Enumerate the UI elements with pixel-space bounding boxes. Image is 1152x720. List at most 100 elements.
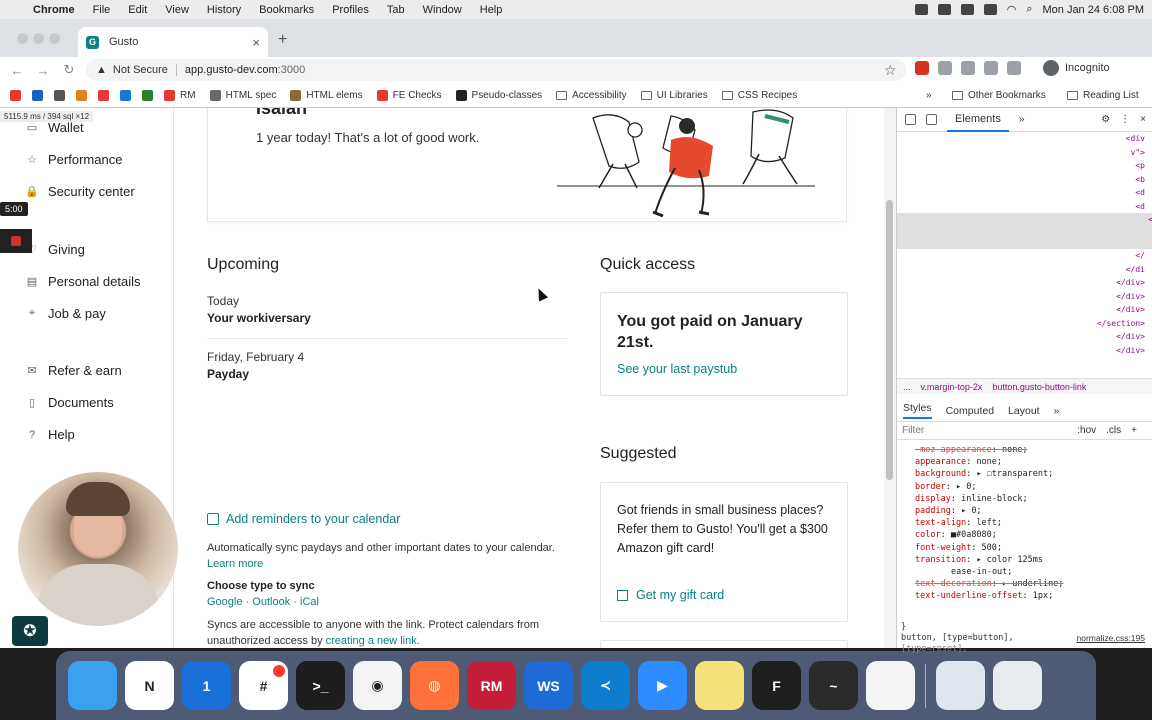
menu-bookmarks[interactable]: Bookmarks	[250, 4, 323, 16]
dom-node[interactable]: </div>	[897, 344, 1145, 358]
css-property[interactable]: text-underline-offset	[915, 591, 1022, 601]
bookmark-item[interactable]: CSS Recipes	[721, 90, 797, 101]
css-declaration[interactable]: color: ■#0a8080;	[915, 529, 1152, 541]
bookmark-favicon-icon[interactable]	[10, 89, 26, 101]
css-value[interactable]: none;	[1002, 445, 1028, 455]
dom-node[interactable]: v">	[897, 146, 1145, 160]
dock-app-finder-icon[interactable]	[68, 661, 117, 710]
bookmark-item[interactable]: HTML spec	[209, 89, 276, 101]
breadcrumb-item[interactable]: v.margin-top-2x	[921, 382, 983, 392]
dom-node[interactable]: <d	[897, 186, 1145, 200]
reload-icon[interactable]: ↻	[56, 62, 82, 78]
extension-icon[interactable]	[915, 61, 929, 75]
dom-node[interactable]: </div>	[897, 276, 1145, 290]
sidebar-item-giving[interactable]: ♡ Giving	[26, 242, 85, 257]
camera-icon[interactable]	[961, 61, 975, 75]
dock-app-notes-icon[interactable]	[695, 661, 744, 710]
sidebar-item-refer-earn[interactable]: ✉ Refer & earn	[26, 363, 121, 378]
device-toggle-icon[interactable]	[926, 114, 937, 125]
bookmark-favicon-icon[interactable]	[32, 89, 48, 101]
bookmark-item[interactable]: Pseudo-classes	[455, 89, 542, 101]
css-declaration[interactable]: text-align: left;	[915, 517, 1152, 529]
menu-app-name[interactable]: Chrome	[24, 4, 84, 16]
minimize-window-button[interactable]	[33, 33, 44, 44]
sync-outlook-link[interactable]: Outlook	[252, 596, 290, 608]
menu-view[interactable]: View	[156, 4, 198, 16]
css-declaration[interactable]: background: ▸ ☐transparent;	[915, 468, 1152, 480]
other-bookmarks[interactable]: Other Bookmarks	[952, 90, 1046, 101]
dock-app-slack-icon[interactable]: #	[239, 661, 288, 710]
more-tabs-icon[interactable]: »	[1019, 114, 1025, 125]
sidebar-item-personal-details[interactable]: ▤ Personal details	[26, 274, 141, 289]
dock-app-firefox-icon[interactable]: ◍	[410, 661, 459, 710]
css-declaration[interactable]: appearance: none;	[915, 456, 1152, 468]
menu-help[interactable]: Help	[471, 4, 512, 16]
source-file-link[interactable]: normalize.css:195	[1076, 633, 1145, 644]
dock-app-webstorm-icon[interactable]: WS	[524, 661, 573, 710]
more-bookmarks-icon[interactable]: »	[926, 90, 932, 101]
bookmark-favicon-icon[interactable]	[76, 89, 92, 101]
status-icon[interactable]	[937, 4, 951, 15]
sync-google-link[interactable]: Google	[207, 596, 242, 608]
dock-app-1password-icon[interactable]: 1	[182, 661, 231, 710]
sidebar-item-job-pay[interactable]: ⌖ Job & pay	[26, 306, 106, 321]
add-reminders-link[interactable]: Add reminders to your calendar	[207, 512, 400, 526]
bookmark-item[interactable]: RM	[164, 89, 196, 101]
menu-history[interactable]: History	[198, 4, 250, 16]
dock-app-rubymine-icon[interactable]: RM	[467, 661, 516, 710]
dom-node[interactable]: </div>	[897, 330, 1145, 344]
css-declaration[interactable]: ease-in-out;	[915, 566, 1152, 578]
battery-icon[interactable]	[983, 4, 997, 15]
css-value[interactable]: none;	[976, 457, 1002, 467]
puzzle-icon[interactable]	[984, 61, 998, 75]
status-icon[interactable]	[914, 4, 928, 15]
filter-input[interactable]: Filter	[902, 425, 924, 436]
css-value[interactable]: ▸ 0;	[961, 506, 981, 516]
css-value[interactable]: 500;	[982, 543, 1002, 553]
settings-gear-icon[interactable]: ⚙	[1101, 114, 1110, 125]
close-devtools-icon[interactable]: ×	[1140, 114, 1152, 125]
bookmark-favicon-icon[interactable]	[98, 89, 114, 101]
css-property[interactable]: appearance	[915, 457, 966, 467]
browser-tab[interactable]: G Gusto ×	[78, 27, 268, 57]
dom-node[interactable]: </section>	[897, 317, 1145, 331]
dock-app-activity-monitor-icon[interactable]: ~	[809, 661, 858, 710]
menu-window[interactable]: Window	[414, 4, 471, 16]
bookmark-item[interactable]: HTML elems	[290, 89, 363, 101]
dom-node[interactable]: </	[897, 249, 1145, 263]
address-bar[interactable]: ▲ Not Secure app.gusto-dev.com :3000	[86, 59, 906, 81]
menu-file[interactable]: File	[84, 4, 120, 16]
new-link-link[interactable]: creating a new link.	[326, 635, 420, 647]
css-value[interactable]: ▸ color 125ms	[976, 555, 1043, 565]
css-property[interactable]: padding	[915, 506, 951, 516]
tab-computed[interactable]: Computed	[946, 405, 994, 417]
css-value[interactable]: ▸ ☐transparent;	[976, 469, 1053, 479]
menu-edit[interactable]: Edit	[119, 4, 156, 16]
dom-node[interactable]: <b	[897, 173, 1145, 187]
scrollbar-thumb[interactable]	[886, 200, 893, 480]
hov-toggle[interactable]: :hov	[1077, 425, 1096, 436]
css-value[interactable]: 1px;	[1033, 591, 1053, 601]
extension-icon[interactable]	[938, 61, 952, 75]
dock-app-chrome-icon[interactable]: ◉	[353, 661, 402, 710]
more-subtabs-icon[interactable]: »	[1054, 405, 1060, 417]
breadcrumb-more[interactable]: ...	[903, 382, 911, 392]
sidebar-item-security-center[interactable]: 🔒 Security center	[25, 184, 135, 199]
menubar-clock[interactable]: Mon Jan 24 6:08 PM	[1042, 4, 1144, 16]
bookmark-favicon-icon[interactable]	[142, 89, 158, 101]
profile-button[interactable]: Incognito	[1043, 60, 1110, 76]
bookmark-star-icon[interactable]: ☆	[884, 62, 897, 79]
dom-node[interactable]: <div	[897, 132, 1145, 146]
paystub-link[interactable]: See your last paystub	[617, 362, 737, 376]
css-declaration[interactable]: -moz-appearance: none;	[915, 444, 1152, 456]
bookmark-item[interactable]: Accessibility	[556, 90, 627, 101]
dock-app-figma-icon[interactable]: F	[752, 661, 801, 710]
security-label[interactable]: Not Secure	[113, 64, 177, 76]
css-declaration[interactable]: text-decoration: ▸ underline;	[915, 578, 1152, 590]
sidebar-item-performance[interactable]: ☆ Performance	[26, 152, 122, 167]
dock-app-vs-code-icon[interactable]: ≺	[581, 661, 630, 710]
css-property[interactable]: font-weight	[915, 543, 971, 553]
css-property[interactable]: background	[915, 469, 966, 479]
css-property[interactable]: color	[915, 530, 941, 540]
menu-tab[interactable]: Tab	[378, 4, 414, 16]
